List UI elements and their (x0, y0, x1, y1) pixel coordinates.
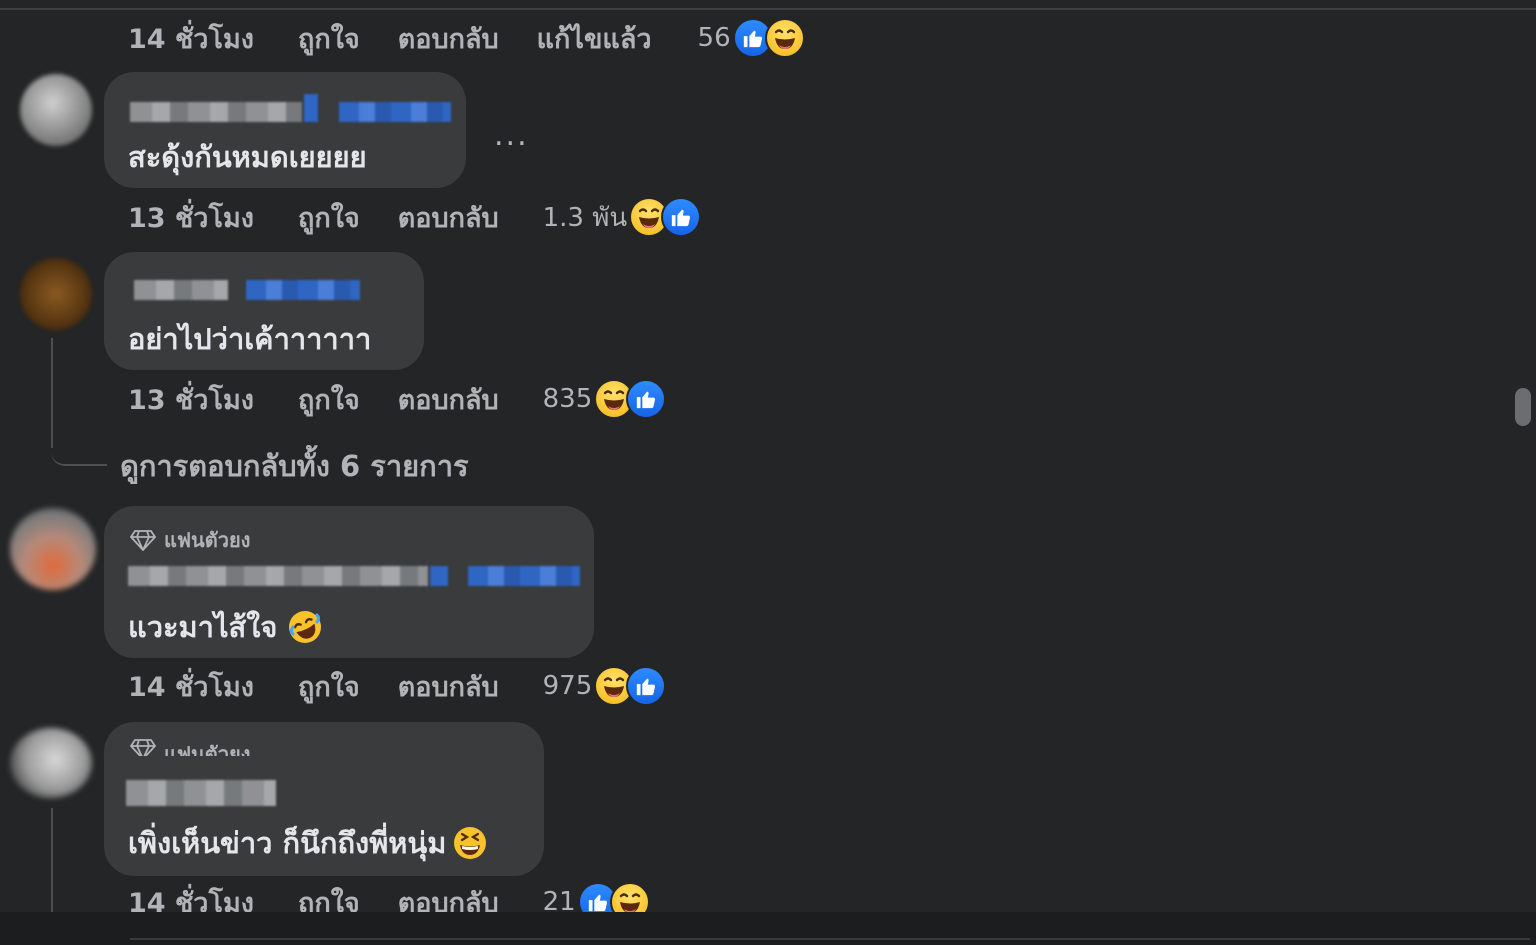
thumbs-up-icon (661, 197, 702, 237)
diamond-icon (130, 529, 156, 551)
comment-bubble: แฟนตัวยง เพิ่งเห็นข่าว ก็นึกถึงพี่หนุ่ม (104, 722, 544, 876)
scrollbar-thumb[interactable] (1515, 388, 1531, 426)
author-name-link[interactable] (430, 566, 448, 586)
bottom-bar (0, 912, 1536, 945)
thread-connector (51, 430, 107, 466)
fan-badge[interactable]: แฟนตัวยง (130, 524, 250, 556)
reply-button[interactable]: ตอบกลับ (398, 196, 499, 239)
comment-actions: 13 ชั่วโมง ถูกใจ ตอบกลับ 1.3 พัน (128, 196, 702, 239)
tagged-name[interactable] (339, 102, 451, 122)
like-button[interactable]: ถูกใจ (298, 196, 360, 239)
comment-text-content: เพิ่งเห็นข่าว ก็นึกถึงพี่หนุ่ม (128, 826, 447, 860)
fan-badge[interactable]: แฟนตัวยง (130, 738, 250, 756)
timestamp[interactable]: 14 ชั่วโมง (128, 665, 298, 708)
reaction-summary[interactable]: 835 (543, 379, 667, 419)
badge-label: แฟนตัวยง (164, 742, 251, 756)
reaction-count: 975 (542, 671, 593, 701)
comment-actions: 13 ชั่วโมง ถูกใจ ตอบกลับ 835 (128, 378, 667, 421)
reaction-summary[interactable]: 56 (698, 18, 805, 58)
like-button[interactable]: ถูกใจ (298, 17, 360, 60)
avatar[interactable] (10, 508, 96, 590)
comment-bubble: อย่าไปว่าเค้าาาาาา (104, 252, 424, 370)
reaction-summary[interactable]: 1.3 พัน (543, 197, 702, 238)
thread-line (51, 808, 53, 912)
laughing-face-icon (764, 18, 805, 58)
comment-text-content: แวะมาไส้ใจ (128, 610, 278, 644)
thumbs-up-icon (626, 666, 667, 706)
comment-text: เพิ่งเห็นข่าว ก็นึกถึงพี่หนุ่ม (128, 820, 488, 866)
reply-button[interactable]: ตอบกลับ (398, 665, 499, 708)
rolling-laughing-icon (287, 609, 323, 645)
avatar[interactable] (20, 74, 92, 146)
author-name[interactable] (128, 566, 428, 586)
timestamp[interactable]: 13 ชั่วโมง (128, 196, 298, 239)
comment-text: อย่าไปว่าเค้าาาาาา (128, 322, 372, 356)
author-name[interactable] (126, 780, 276, 806)
like-button[interactable]: ถูกใจ (298, 378, 360, 421)
comment-text: แวะมาไส้ใจ (128, 604, 323, 650)
diamond-icon (130, 738, 156, 756)
avatar[interactable] (20, 258, 92, 330)
comment-bubble: แฟนตัวยง แวะมาไส้ใจ (104, 506, 594, 658)
comment-bubble: สะดุ้งกันหมดเยยยย (104, 72, 466, 188)
badge-label: แฟนตัวยง (164, 528, 251, 552)
timestamp[interactable]: 14 ชั่วโมง (128, 17, 298, 60)
thumbs-up-icon (626, 379, 667, 419)
author-name[interactable] (134, 280, 228, 300)
comment-actions: 14 ชั่วโมง ถูกใจ ตอบกลับ แก้ไขแล้ว 56 (128, 18, 805, 58)
author-name[interactable] (130, 102, 302, 122)
tagged-name[interactable] (246, 280, 360, 300)
reaction-count: 835 (542, 384, 593, 414)
view-replies-link[interactable]: ดูการตอบกลับทั้ง 6 รายการ (120, 443, 469, 489)
grinning-face-icon (452, 825, 488, 861)
comment-actions: 14 ชั่วโมง ถูกใจ ตอบกลับ 975 (128, 665, 667, 708)
top-divider (0, 0, 1536, 10)
reply-button[interactable]: ตอบกลับ (398, 17, 499, 60)
author-name-link[interactable] (304, 94, 318, 122)
reply-button[interactable]: ตอบกลับ (398, 378, 499, 421)
avatar[interactable] (10, 728, 92, 798)
comment-text: สะดุ้งกันหมดเยยยย (128, 140, 367, 174)
reaction-count: 56 (697, 23, 731, 53)
edited-label[interactable]: แก้ไขแล้ว (537, 17, 652, 60)
reaction-count: 1.3 พัน (542, 202, 628, 233)
more-options-icon[interactable]: ... (494, 118, 529, 153)
like-button[interactable]: ถูกใจ (298, 665, 360, 708)
timestamp[interactable]: 13 ชั่วโมง (128, 378, 298, 421)
reaction-summary[interactable]: 975 (543, 666, 667, 706)
tagged-name[interactable] (468, 566, 580, 586)
